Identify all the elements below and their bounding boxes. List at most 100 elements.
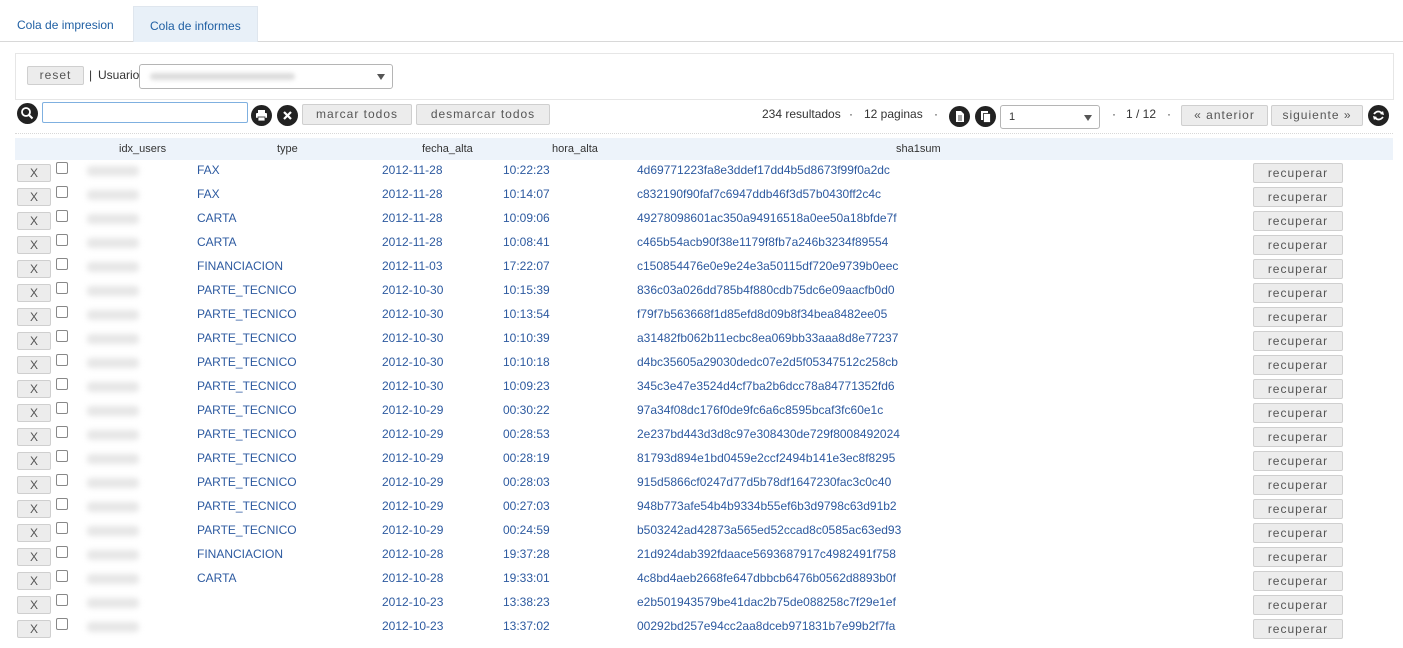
column-header-type[interactable]: type bbox=[277, 143, 298, 155]
row-sha1sum: 00292bd257e94cc2aa8dceb971831b7e99b2f7fa bbox=[637, 619, 896, 633]
delete-row-button[interactable]: X bbox=[17, 188, 51, 206]
delete-row-button[interactable]: X bbox=[17, 596, 51, 614]
row-checkbox[interactable] bbox=[56, 474, 68, 486]
print-icon[interactable] bbox=[251, 105, 272, 126]
delete-row-button[interactable]: X bbox=[17, 452, 51, 470]
anterior-button[interactable]: « anterior bbox=[1181, 105, 1268, 126]
row-fecha-alta: 2012-11-28 bbox=[382, 211, 443, 225]
delete-row-button[interactable]: X bbox=[17, 572, 51, 590]
recuperar-button[interactable]: recuperar bbox=[1253, 379, 1343, 399]
column-header-sha1sum[interactable]: sha1sum bbox=[896, 143, 941, 155]
delete-row-button[interactable]: X bbox=[17, 476, 51, 494]
row-checkbox[interactable] bbox=[56, 258, 68, 270]
row-type: PARTE_TECNICO bbox=[197, 475, 297, 489]
row-checkbox[interactable] bbox=[56, 594, 68, 606]
blurred-idx-users bbox=[87, 358, 139, 368]
row-sha1sum: 21d924dab392fdaace5693687917c4982491f758 bbox=[637, 547, 896, 561]
pdf-icon[interactable] bbox=[949, 106, 970, 127]
delete-row-button[interactable]: X bbox=[17, 284, 51, 302]
usuario-label: Usuario bbox=[98, 68, 140, 82]
recuperar-button[interactable]: recuperar bbox=[1253, 571, 1343, 591]
recuperar-button[interactable]: recuperar bbox=[1253, 331, 1343, 351]
row-checkbox[interactable] bbox=[56, 186, 68, 198]
delete-row-button[interactable]: X bbox=[17, 500, 51, 518]
delete-row-button[interactable]: X bbox=[17, 548, 51, 566]
table-row: X FAX 2012-11-28 10:14:07 c832190f90faf7c694… bbox=[15, 184, 1393, 208]
row-checkbox[interactable] bbox=[56, 378, 68, 390]
row-type: PARTE_TECNICO bbox=[197, 403, 297, 417]
delete-row-button[interactable]: X bbox=[17, 428, 51, 446]
row-checkbox[interactable] bbox=[56, 234, 68, 246]
search-input[interactable] bbox=[42, 102, 248, 123]
marcar-todos-button[interactable]: marcar todos bbox=[302, 104, 412, 125]
delete-row-button[interactable]: X bbox=[17, 356, 51, 374]
tab-cola-de-informes[interactable]: Cola de informes bbox=[133, 6, 258, 42]
row-checkbox[interactable] bbox=[56, 450, 68, 462]
recuperar-button[interactable]: recuperar bbox=[1253, 547, 1343, 567]
recuperar-button[interactable]: recuperar bbox=[1253, 307, 1343, 327]
delete-row-button[interactable]: X bbox=[17, 524, 51, 542]
delete-row-button[interactable]: X bbox=[17, 308, 51, 326]
recuperar-button[interactable]: recuperar bbox=[1253, 523, 1343, 543]
row-checkbox[interactable] bbox=[56, 402, 68, 414]
delete-row-button[interactable]: X bbox=[17, 380, 51, 398]
column-header-hora-alta[interactable]: hora_alta bbox=[552, 143, 598, 155]
recuperar-button[interactable]: recuperar bbox=[1253, 427, 1343, 447]
delete-row-button[interactable]: X bbox=[17, 332, 51, 350]
row-checkbox[interactable] bbox=[56, 282, 68, 294]
recuperar-button[interactable]: recuperar bbox=[1253, 475, 1343, 495]
recuperar-button[interactable]: recuperar bbox=[1253, 595, 1343, 615]
usuario-select[interactable] bbox=[139, 64, 393, 89]
row-fecha-alta: 2012-11-28 bbox=[382, 163, 443, 177]
row-checkbox[interactable] bbox=[56, 162, 68, 174]
recuperar-button[interactable]: recuperar bbox=[1253, 211, 1343, 231]
table-row: X PARTE_TECNICO 2012-10-29 00:24:59 b503242a… bbox=[15, 520, 1393, 544]
row-checkbox[interactable] bbox=[56, 618, 68, 630]
row-checkbox[interactable] bbox=[56, 306, 68, 318]
recuperar-button[interactable]: recuperar bbox=[1253, 235, 1343, 255]
row-checkbox[interactable] bbox=[56, 570, 68, 582]
column-header-idx-users[interactable]: idx_users bbox=[119, 143, 166, 155]
desmarcar-todos-button[interactable]: desmarcar todos bbox=[416, 104, 550, 125]
column-header-fecha-alta[interactable]: fecha_alta bbox=[422, 143, 473, 155]
copy-icon[interactable] bbox=[975, 106, 996, 127]
row-sha1sum: 948b773afe54b4b9334b55ef6b3d9798c63d91b2 bbox=[637, 499, 897, 513]
row-checkbox[interactable] bbox=[56, 354, 68, 366]
search-icon[interactable] bbox=[17, 103, 38, 124]
delete-row-button[interactable]: X bbox=[17, 212, 51, 230]
page-select[interactable]: 1 bbox=[1000, 105, 1100, 129]
row-sha1sum: 2e237bd443d3d8c97e308430de729f8008492024 bbox=[637, 427, 900, 441]
row-checkbox[interactable] bbox=[56, 210, 68, 222]
row-type: PARTE_TECNICO bbox=[197, 523, 297, 537]
delete-row-button[interactable]: X bbox=[17, 260, 51, 278]
chevron-down-icon bbox=[1084, 115, 1092, 121]
blurred-idx-users bbox=[87, 310, 139, 320]
delete-row-button[interactable]: X bbox=[17, 164, 51, 182]
reset-button[interactable]: reset bbox=[27, 66, 84, 85]
siguiente-button[interactable]: siguiente » bbox=[1271, 105, 1363, 126]
recuperar-button[interactable]: recuperar bbox=[1253, 619, 1343, 639]
dot-separator: · bbox=[934, 107, 938, 121]
row-type: FINANCIACION bbox=[197, 259, 284, 273]
close-icon[interactable] bbox=[277, 105, 298, 126]
recuperar-button[interactable]: recuperar bbox=[1253, 355, 1343, 375]
recuperar-button[interactable]: recuperar bbox=[1253, 259, 1343, 279]
delete-row-button[interactable]: X bbox=[17, 404, 51, 422]
refresh-icon[interactable] bbox=[1368, 105, 1389, 126]
row-checkbox[interactable] bbox=[56, 330, 68, 342]
delete-row-button[interactable]: X bbox=[17, 620, 51, 638]
row-checkbox[interactable] bbox=[56, 498, 68, 510]
blurred-idx-users bbox=[87, 190, 139, 200]
row-checkbox[interactable] bbox=[56, 426, 68, 438]
tab-cola-de-impresion[interactable]: Cola de impresion bbox=[1, 6, 130, 41]
recuperar-button[interactable]: recuperar bbox=[1253, 499, 1343, 519]
row-checkbox[interactable] bbox=[56, 546, 68, 558]
row-type: PARTE_TECNICO bbox=[197, 307, 297, 321]
delete-row-button[interactable]: X bbox=[17, 236, 51, 254]
recuperar-button[interactable]: recuperar bbox=[1253, 187, 1343, 207]
recuperar-button[interactable]: recuperar bbox=[1253, 163, 1343, 183]
recuperar-button[interactable]: recuperar bbox=[1253, 451, 1343, 471]
recuperar-button[interactable]: recuperar bbox=[1253, 283, 1343, 303]
row-checkbox[interactable] bbox=[56, 522, 68, 534]
recuperar-button[interactable]: recuperar bbox=[1253, 403, 1343, 423]
